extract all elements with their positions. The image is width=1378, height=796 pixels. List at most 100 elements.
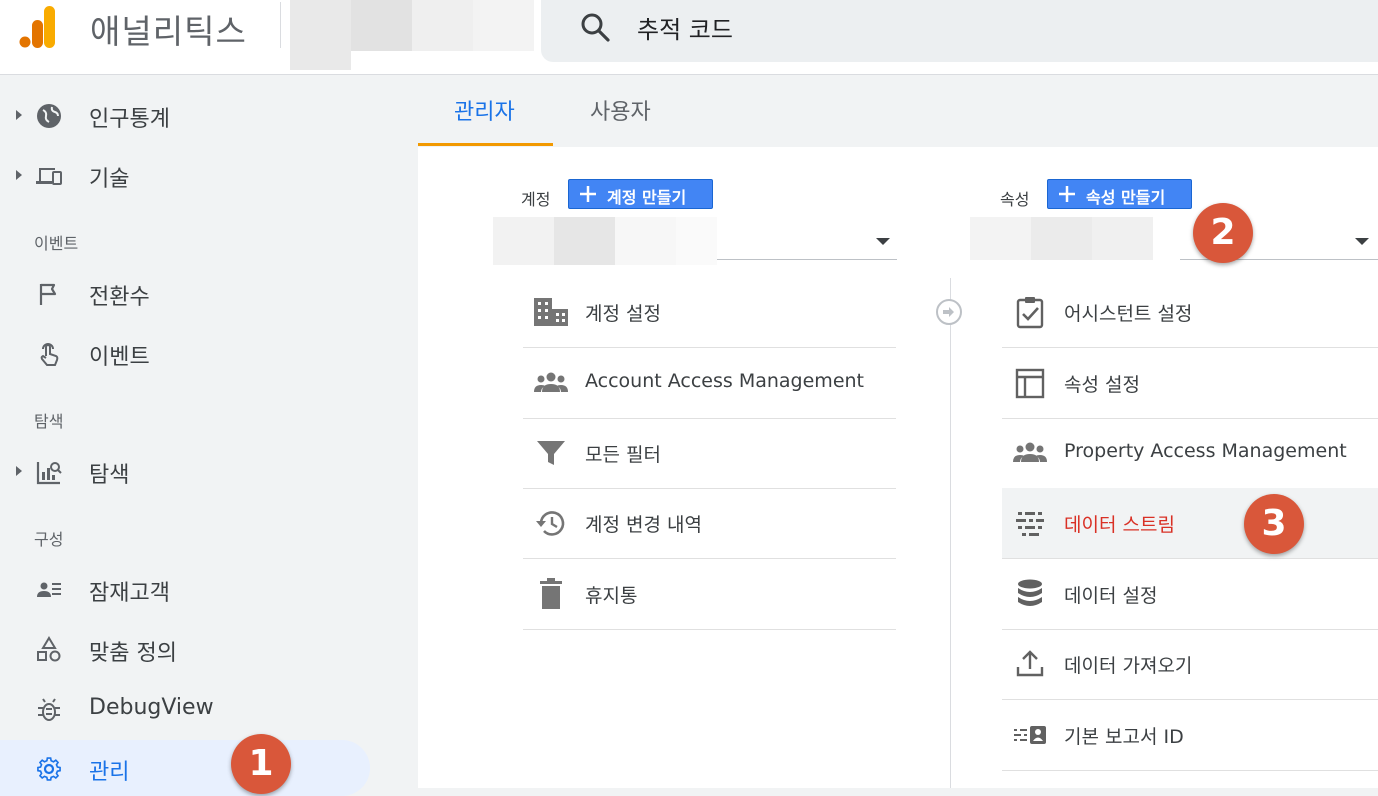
nav-item-audiences[interactable]: 잠재고객 (0, 561, 370, 617)
create-account-button-label: 계정 만들기 (607, 188, 687, 207)
menu-label: Account Access Management (585, 370, 864, 392)
section-label-events: 이벤트 (34, 234, 79, 253)
gear-icon (37, 757, 61, 781)
trash-icon (540, 578, 562, 609)
people-icon (534, 372, 568, 392)
step-badge-2: 2 (1193, 203, 1253, 263)
menu-label: 기본 보고서 ID (1064, 726, 1184, 748)
caret-right-icon (16, 110, 22, 120)
arrow-right-icon (936, 299, 962, 325)
caret-right-icon (16, 170, 22, 180)
title-divider (280, 2, 281, 48)
nav-item-custom-definitions[interactable]: 맞춤 정의 (0, 621, 370, 677)
step-badge-3: 3 (1244, 494, 1304, 554)
plus-icon (580, 186, 596, 202)
nav-item-label: 관리 (89, 760, 130, 785)
section-label-config: 구성 (34, 530, 64, 549)
step-badge-1: 1 (231, 734, 291, 794)
menu-data-streams[interactable]: 데이터 스트림 (1002, 488, 1378, 559)
nav-item-technology[interactable]: 기술 (0, 147, 370, 203)
redacted-block (412, 0, 473, 51)
side-navigation: 인구통계 기술 이벤트 전환수 이벤트 탐색 탐색 구성 잠재고객 맞춤 정의 … (0, 76, 418, 796)
audience-icon (37, 582, 61, 597)
top-bar: 애널리틱스 추적 코드 (0, 0, 1378, 75)
redacted-account-select (615, 217, 676, 265)
people-icon (1013, 442, 1047, 462)
menu-label: 계정 설정 (585, 303, 661, 325)
menu-property-access-management[interactable]: Property Access Management (1002, 418, 1378, 489)
search-icon[interactable] (578, 10, 612, 44)
nav-item-label: 전환수 (89, 285, 150, 310)
nav-item-conversions[interactable]: 전환수 (0, 265, 370, 321)
tab-admin[interactable]: 관리자 (454, 94, 515, 126)
menu-data-settings[interactable]: 데이터 설정 (1002, 559, 1378, 630)
redacted-property-select (1031, 217, 1092, 260)
account-selector-underline[interactable] (717, 259, 897, 260)
nav-item-events[interactable]: 이벤트 (0, 325, 370, 381)
nav-item-admin[interactable]: 관리 (0, 740, 370, 796)
nav-item-label: 잠재고객 (89, 581, 170, 606)
nav-item-label: 맞춤 정의 (89, 641, 177, 666)
menu-label: 계정 변경 내역 (585, 514, 702, 536)
bug-icon (38, 698, 60, 721)
streams-icon (1016, 512, 1044, 536)
shapes-icon (37, 636, 61, 662)
redacted-account-name (290, 0, 351, 70)
column-divider (950, 278, 951, 788)
explore-icon (36, 462, 62, 485)
redacted-block (473, 0, 534, 51)
menu-reporting-identity[interactable]: 기본 보고서 ID (1002, 700, 1378, 771)
plus-icon (1059, 186, 1075, 202)
menu-property-settings[interactable]: 속성 설정 (1002, 348, 1378, 419)
account-dropdown-caret-icon[interactable] (876, 238, 890, 245)
account-column-label: 계정 (521, 190, 551, 209)
analytics-logo-icon[interactable] (18, 4, 62, 48)
menu-account-change-history[interactable]: 계정 변경 내역 (523, 488, 896, 559)
menu-label: 어시스턴트 설정 (1064, 303, 1193, 325)
menu-trash[interactable]: 휴지통 (523, 559, 896, 630)
building-icon (534, 298, 568, 326)
nav-item-explore[interactable]: 탐색 (0, 443, 370, 499)
touch-icon (40, 343, 59, 366)
nav-item-debugview[interactable]: DebugView (0, 681, 370, 737)
create-property-button[interactable]: 속성 만들기 (1047, 179, 1192, 209)
menu-label: 속성 설정 (1064, 374, 1140, 396)
menu-label: 데이터 설정 (1064, 585, 1158, 607)
nav-item-label: 인구통계 (89, 107, 170, 132)
menu-setup-assistant[interactable]: 어시스턴트 설정 (1002, 277, 1378, 348)
menu-label: Property Access Management (1064, 440, 1347, 462)
redacted-property-select (970, 217, 1031, 260)
globe-icon (37, 104, 61, 128)
id-icon (1014, 726, 1046, 744)
checklist-icon (1016, 297, 1044, 329)
menu-label: 데이터 스트림 (1064, 514, 1175, 536)
create-account-button[interactable]: 계정 만들기 (568, 179, 713, 209)
property-dropdown-caret-icon[interactable] (1355, 238, 1369, 245)
section-label-explore: 탐색 (34, 412, 64, 431)
admin-tabs: 관리자 사용자 (418, 76, 1378, 146)
menu-all-filters[interactable]: 모든 필터 (523, 418, 896, 489)
nav-item-demographics[interactable]: 인구통계 (0, 87, 370, 143)
redacted-block (351, 0, 412, 51)
history-icon (536, 511, 565, 536)
filter-icon (537, 441, 565, 465)
menu-label: 휴지통 (585, 585, 638, 607)
property-column-label: 속성 (1000, 190, 1030, 209)
nav-item-label: 기술 (89, 167, 130, 192)
tab-user[interactable]: 사용자 (590, 94, 651, 126)
menu-account-access-management[interactable]: Account Access Management (523, 348, 896, 419)
nav-item-label: DebugView (89, 695, 214, 720)
upload-icon (1016, 650, 1044, 677)
menu-data-import[interactable]: 데이터 가져오기 (1002, 629, 1378, 700)
nav-item-label: 탐색 (89, 463, 130, 488)
menu-account-settings[interactable]: 계정 설정 (523, 277, 896, 348)
redacted-account-select (493, 217, 554, 265)
flag-icon (39, 283, 57, 305)
active-tab-indicator (418, 143, 553, 146)
caret-right-icon (16, 466, 22, 476)
layout-icon (1015, 368, 1045, 399)
devices-icon (36, 168, 62, 185)
nav-item-label: 이벤트 (89, 345, 150, 370)
search-input[interactable]: 추적 코드 (637, 10, 733, 45)
app-title: 애널리틱스 (90, 12, 247, 51)
